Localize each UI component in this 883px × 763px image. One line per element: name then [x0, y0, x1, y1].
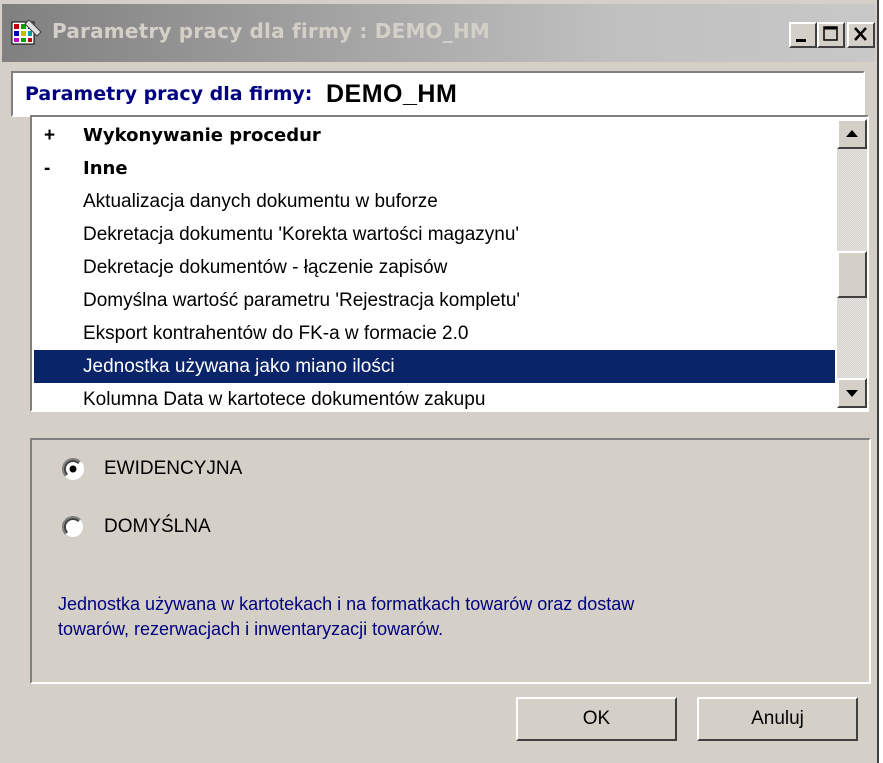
collapse-toggle[interactable]: - — [44, 152, 64, 185]
list-item-label: Wykonywanie procedur — [83, 125, 321, 146]
company-name: DEMO_HM — [326, 80, 458, 108]
arrow-up-icon — [846, 130, 858, 137]
list-item[interactable]: Dekretacja dokumentu 'Korekta wartości m… — [34, 218, 835, 251]
list-item[interactable]: Dekretacje dokumentów - łączenie zapisów — [34, 251, 835, 284]
minimize-button[interactable] — [789, 22, 817, 48]
list-item-label: Domyślna wartość parametru 'Rejestracja … — [83, 290, 521, 311]
vertical-scrollbar[interactable] — [837, 119, 867, 408]
scroll-down-button[interactable] — [837, 378, 867, 408]
radio-label: DOMYŚLNA — [104, 516, 211, 537]
list-group-wykonywanie[interactable]: + Wykonywanie procedur — [34, 119, 835, 152]
header-label: Parametry pracy dla firmy: — [25, 83, 313, 105]
scroll-thumb[interactable] — [837, 251, 867, 298]
arrow-down-icon — [846, 390, 858, 397]
company-header: Parametry pracy dla firmy: DEMO_HM — [11, 71, 865, 117]
app-grid-icon[interactable] — [11, 18, 43, 48]
minimize-icon — [796, 39, 806, 42]
dialog-window: Parametry pracy dla firmy : DEMO_HM Para… — [0, 0, 879, 763]
list-item-label: Dekretacja dokumentu 'Korekta wartości m… — [83, 224, 520, 245]
close-button[interactable] — [847, 22, 875, 48]
scroll-up-button[interactable] — [837, 119, 867, 149]
expand-toggle[interactable]: + — [44, 119, 64, 152]
close-icon — [854, 27, 867, 41]
radio-unchecked-icon[interactable] — [62, 516, 84, 538]
list-item[interactable]: Aktualizacja danych dokumentu w buforze — [34, 185, 835, 218]
list-item-selected[interactable]: Jednostka używana jako miano ilości — [34, 350, 835, 383]
maximize-button[interactable] — [817, 22, 845, 48]
title-bar[interactable]: Parametry pracy dla firmy : DEMO_HM — [2, 4, 875, 62]
option-panel: EWIDENCYJNA DOMYŚLNA Jednostka używana w… — [30, 438, 871, 684]
list-item-label: Dekretacje dokumentów - łączenie zapisów — [83, 257, 448, 278]
list-item[interactable]: Kolumna Data w kartotece dokumentów zaku… — [34, 383, 835, 410]
list-item[interactable]: Domyślna wartość parametru 'Rejestracja … — [34, 284, 835, 317]
ok-button[interactable]: OK — [516, 697, 677, 741]
window-title: Parametry pracy dla firmy : DEMO_HM — [52, 19, 490, 43]
description-line: Jednostka używana w kartotekach i na for… — [58, 594, 635, 614]
maximize-icon — [823, 26, 838, 41]
list-content: + Wykonywanie procedur - Inne Aktualizac… — [34, 119, 835, 410]
list-item-label: Kolumna Data w kartotece dokumentów zaku… — [83, 389, 486, 410]
list-group-inne[interactable]: - Inne — [34, 152, 835, 185]
list-item-label: Jednostka używana jako miano ilości — [83, 356, 395, 377]
parameters-list[interactable]: + Wykonywanie procedur - Inne Aktualizac… — [30, 115, 869, 412]
list-item[interactable]: Eksport kontrahentów do FK-a w formacie … — [34, 317, 835, 350]
description-line: towarów, rezerwacjach i inwentaryzacji t… — [58, 619, 444, 639]
list-item-label: Aktualizacja danych dokumentu w buforze — [83, 191, 438, 212]
parameter-description: Jednostka używana w kartotekach i na for… — [58, 592, 848, 642]
radio-label: EWIDENCYJNA — [104, 458, 243, 479]
cancel-button[interactable]: Anuluj — [697, 697, 858, 741]
list-item-label: Inne — [83, 158, 128, 179]
list-item-label: Eksport kontrahentów do FK-a w formacie … — [83, 323, 469, 344]
radio-checked-icon[interactable] — [62, 458, 84, 480]
